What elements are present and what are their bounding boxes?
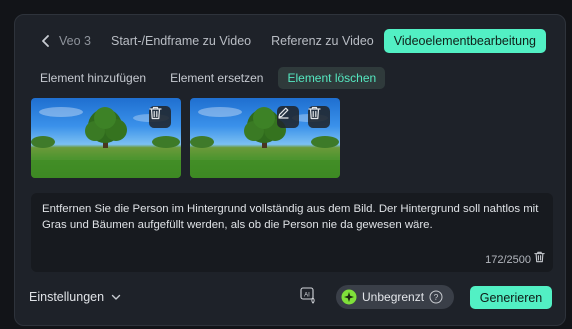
trash-icon: [534, 251, 545, 263]
tab-video-element-editing[interactable]: Videoelementbearbeitung: [383, 29, 546, 53]
delete-image-button[interactable]: [308, 106, 330, 128]
chevron-down-icon: [111, 294, 121, 300]
subtab-delete-element[interactable]: Element löschen: [278, 67, 386, 89]
back-chevron-icon[interactable]: [35, 29, 57, 53]
prompt-text[interactable]: Entfernen Sie die Person im Hintergrund …: [42, 201, 546, 233]
edit-mask-button[interactable]: [277, 106, 299, 128]
sparkle-credit-icon: [341, 289, 357, 305]
svg-text:?: ?: [434, 292, 439, 302]
pencil-icon: [278, 107, 289, 119]
svg-text:AI: AI: [304, 292, 310, 298]
settings-label: Einstellungen: [29, 290, 105, 304]
unlimited-label: Unbegrenzt: [362, 290, 425, 304]
video-element-editing-panel: Veo 3 Start-/Endframe zu Video Referenz …: [14, 14, 566, 326]
credits-unlimited-badge[interactable]: Unbegrenzt ?: [336, 285, 454, 309]
help-circle-icon[interactable]: ?: [429, 290, 443, 304]
trash-icon: [308, 106, 321, 120]
prompt-textarea[interactable]: Entfernen Sie die Person im Hintergrund …: [31, 193, 553, 272]
generate-button[interactable]: Generieren: [470, 286, 552, 309]
tab-start-end-frame[interactable]: Start-/Endframe zu Video: [101, 29, 261, 53]
trash-icon: [149, 106, 162, 120]
masked-image-thumbnail[interactable]: [190, 98, 340, 178]
subtab-replace-element[interactable]: Element ersetzen: [161, 67, 272, 89]
ai-prompt-icon: AI: [300, 287, 315, 304]
tab-reference-to-video[interactable]: Referenz zu Video: [261, 29, 384, 53]
clear-prompt-button[interactable]: [534, 251, 545, 266]
tab-veo3[interactable]: Veo 3: [57, 29, 101, 53]
subtab-add-element[interactable]: Element hinzufügen: [31, 67, 155, 89]
character-counter: 172/2500: [485, 254, 531, 266]
element-subtabs: Element hinzufügen Element ersetzen Elem…: [31, 67, 386, 89]
mode-tabs: Veo 3 Start-/Endframe zu Video Referenz …: [35, 29, 546, 53]
settings-dropdown[interactable]: Einstellungen: [29, 290, 121, 304]
source-image-thumbnail[interactable]: [31, 98, 181, 178]
delete-image-button[interactable]: [149, 106, 171, 128]
ai-enhance-button[interactable]: AI: [298, 286, 320, 306]
